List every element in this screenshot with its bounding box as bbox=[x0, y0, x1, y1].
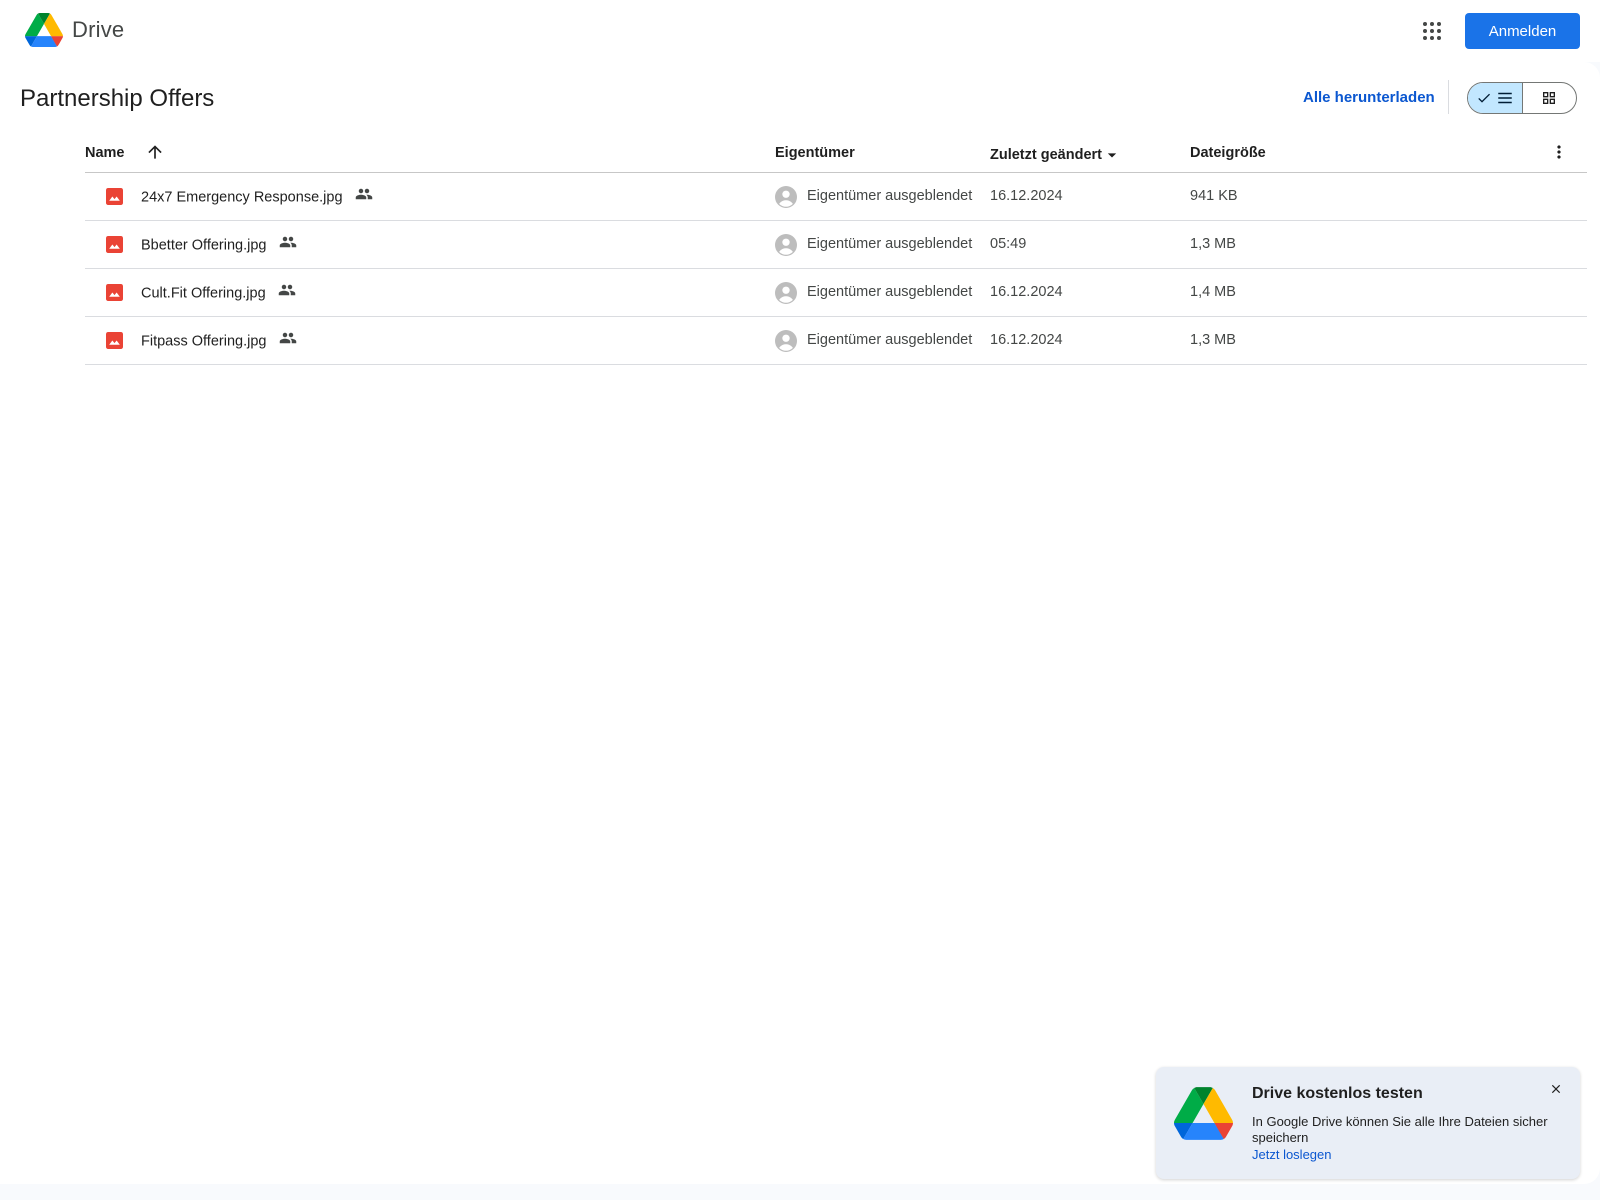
column-modified-label: Zuletzt geändert bbox=[990, 147, 1102, 163]
file-name: Cult.Fit Offering.jpg bbox=[141, 284, 296, 303]
dropdown-arrow-icon bbox=[1107, 153, 1117, 158]
signin-button[interactable]: Anmelden bbox=[1465, 13, 1580, 49]
more-vert-icon bbox=[1557, 145, 1561, 159]
promo-toast: Drive kostenlos testen In Google Drive k… bbox=[1156, 1067, 1580, 1179]
modified-text: 16.12.2024 bbox=[990, 284, 1063, 300]
image-file-icon bbox=[106, 236, 123, 258]
promo-link[interactable]: Jetzt loslegen bbox=[1252, 1147, 1332, 1162]
owner-text: Eigentümer ausgeblendet bbox=[807, 284, 973, 300]
owner-text: Eigentümer ausgeblendet bbox=[807, 188, 973, 204]
table-row[interactable]: Cult.Fit Offering.jpg Eigentümer ausgebl… bbox=[85, 269, 1587, 317]
file-name: 24x7 Emergency Response.jpg bbox=[141, 188, 373, 207]
top-bar: Drive Anmelden bbox=[0, 0, 1600, 62]
column-size: Dateigröße bbox=[1190, 145, 1266, 161]
close-button[interactable] bbox=[1546, 1079, 1566, 1099]
list-view-button[interactable] bbox=[1468, 83, 1523, 113]
size-text: 1,3 MB bbox=[1190, 236, 1236, 252]
size-text: 1,4 MB bbox=[1190, 284, 1236, 300]
main-content: Partnership Offers Alle herunterladen Na… bbox=[0, 62, 1600, 1184]
file-name-text: Fitpass Offering.jpg bbox=[141, 333, 267, 350]
file-name-text: 24x7 Emergency Response.jpg bbox=[141, 189, 343, 206]
image-file-icon bbox=[106, 284, 123, 306]
promo-text: In Google Drive können Sie alle Ihre Dat… bbox=[1252, 1114, 1548, 1145]
modified-text: 16.12.2024 bbox=[990, 332, 1063, 348]
table-header: Name Eigentümer Zuletzt geändert Dateigr… bbox=[85, 134, 1587, 173]
table-row[interactable]: 24x7 Emergency Response.jpg Eigentümer a… bbox=[85, 173, 1587, 221]
sort-arrow-up-icon bbox=[148, 145, 162, 159]
size-text: 1,3 MB bbox=[1190, 332, 1236, 348]
sort-direction-button[interactable] bbox=[145, 142, 165, 166]
app-name: Drive bbox=[72, 17, 125, 42]
shared-people-icon bbox=[279, 329, 297, 351]
column-name[interactable]: Name bbox=[85, 145, 125, 161]
modified-text: 05:49 bbox=[990, 236, 1027, 252]
table-row[interactable]: Bbetter Offering.jpg Eigentümer ausgeble… bbox=[85, 221, 1587, 269]
column-modified[interactable]: Zuletzt geändert bbox=[990, 145, 1122, 165]
file-name: Fitpass Offering.jpg bbox=[141, 332, 297, 351]
drive-logo[interactable]: Drive bbox=[25, 13, 124, 47]
close-icon bbox=[1551, 1084, 1561, 1094]
shared-people-icon bbox=[355, 185, 373, 207]
owner-text: Eigentümer ausgeblendet bbox=[807, 236, 973, 252]
checkmark-icon bbox=[1478, 93, 1490, 103]
view-toggle bbox=[1467, 82, 1577, 114]
page-title: Partnership Offers bbox=[20, 85, 215, 112]
drive-logo-icon bbox=[25, 13, 63, 47]
more-options-button[interactable] bbox=[1549, 142, 1569, 166]
file-name-text: Cult.Fit Offering.jpg bbox=[141, 285, 266, 302]
image-file-icon bbox=[106, 188, 123, 210]
avatar-icon bbox=[775, 282, 797, 309]
avatar-icon bbox=[775, 234, 797, 261]
download-all-link[interactable]: Alle herunterladen bbox=[1303, 89, 1435, 106]
shared-people-icon bbox=[278, 281, 296, 303]
divider bbox=[1448, 80, 1449, 114]
list-view-icon bbox=[1498, 92, 1512, 104]
grid-view-button[interactable] bbox=[1523, 83, 1577, 113]
file-name: Bbetter Offering.jpg bbox=[141, 236, 297, 255]
promo-title: Drive kostenlos testen bbox=[1252, 1085, 1423, 1102]
image-file-icon bbox=[106, 332, 123, 354]
apps-grid-icon bbox=[1423, 22, 1441, 40]
avatar-icon bbox=[775, 330, 797, 357]
owner-text: Eigentümer ausgeblendet bbox=[807, 332, 973, 348]
shared-people-icon bbox=[279, 233, 297, 255]
grid-view-icon bbox=[1543, 92, 1556, 104]
modified-text: 16.12.2024 bbox=[990, 188, 1063, 204]
file-table: Name Eigentümer Zuletzt geändert Dateigr… bbox=[85, 134, 1587, 365]
table-row[interactable]: Fitpass Offering.jpg Eigentümer ausgeble… bbox=[85, 317, 1587, 365]
column-owner: Eigentümer bbox=[775, 145, 855, 161]
apps-button[interactable] bbox=[1418, 17, 1446, 45]
size-text: 941 KB bbox=[1190, 188, 1238, 204]
drive-logo-icon bbox=[1174, 1087, 1233, 1140]
file-name-text: Bbetter Offering.jpg bbox=[141, 237, 267, 254]
avatar-icon bbox=[775, 186, 797, 213]
